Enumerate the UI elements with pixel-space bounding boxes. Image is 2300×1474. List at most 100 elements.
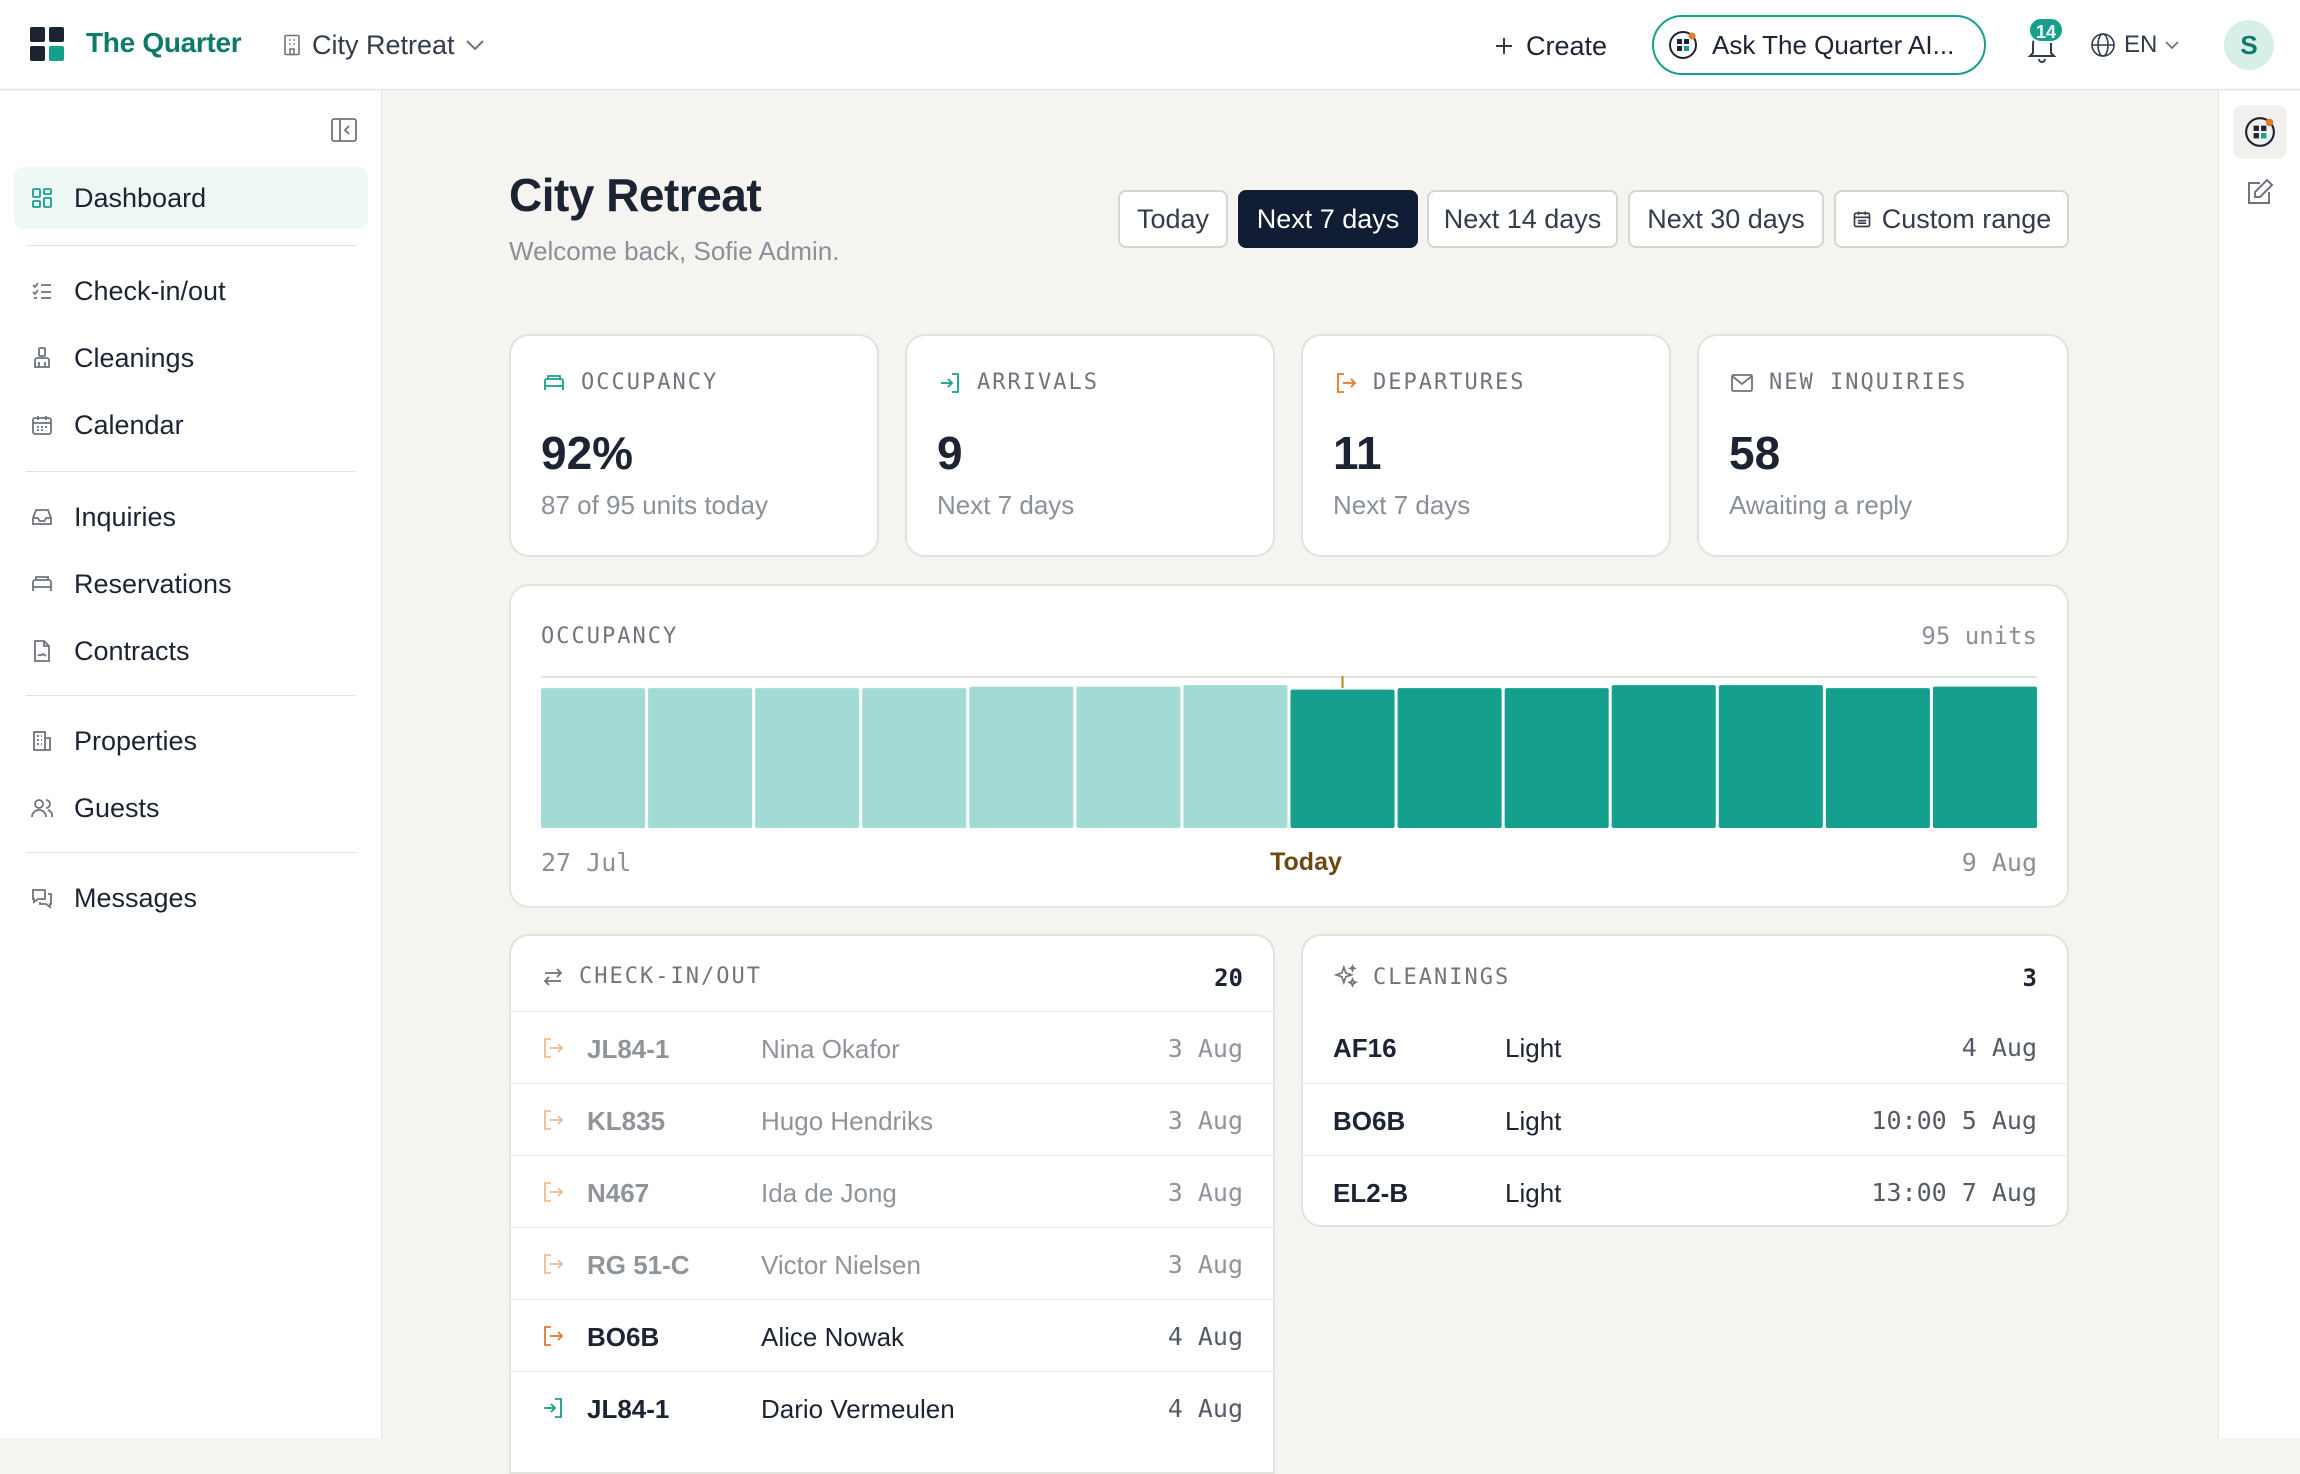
table-row[interactable]: BO6B Light 10:00 5 Aug [1303,1083,2067,1155]
stat-value: 92% [541,427,634,479]
row-guest-name: Hugo Hendriks [761,1106,933,1136]
occupancy-bar-27-jul[interactable] [541,688,646,828]
stat-card-departures[interactable]: DEPARTURES 11 Next 7 days [1301,334,1671,557]
swap-arrows-icon [543,967,563,986]
stat-value: 11 [1333,427,1382,479]
ask-ai-button[interactable]: Ask The Quarter AI... [1652,15,1986,75]
chevron-down-icon [465,40,484,51]
row-unit-code: RG 51-C [587,1250,690,1280]
arrival-icon [544,1398,562,1418]
sidebar-item-check-in-out[interactable]: Check-in/out [14,260,368,322]
range-label: Next 30 days [1647,203,1805,234]
sidebar-item-guests[interactable]: Guests [14,777,368,839]
occupancy-bar-1-aug[interactable] [1076,686,1181,828]
table-row[interactable]: JL84-1 Nina Okafor 3 Aug [511,1011,1273,1083]
ai-panel-button[interactable] [2233,105,2287,159]
range-label: Next 14 days [1443,203,1602,234]
row-date: 4 Aug [1167,1322,1243,1351]
row-unit-code: AF16 [1333,1033,1397,1063]
sidebar-item-label: Cleanings [74,342,195,373]
occupancy-bar-4-aug[interactable] [1397,688,1502,828]
x-axis-today-label: Today [1270,848,1342,876]
row-date: 4 Aug [1961,1033,2037,1062]
occupancy-bar-2-aug[interactable] [1183,685,1288,828]
occupancy-bar-6-aug[interactable] [1611,685,1716,828]
right-rail [2218,91,2300,1438]
stat-note: 87 of 95 units today [541,490,768,520]
sidebar-item-label: Guests [74,792,160,823]
list-title: CHECK-IN/OUT [579,964,762,989]
arrival-icon [941,372,959,393]
cleanings-card: CLEANINGS 3 AF16 Light 4 Aug BO6B Light 10:00… [1301,934,2069,1227]
row-date: 4 Aug [1167,1394,1243,1423]
row-guest-name: Alice Nowak [761,1322,905,1352]
sidebar-item-label: Dashboard [74,182,207,213]
table-row[interactable]: AF16 Light 4 Aug [1303,1011,2067,1083]
property-switcher-label: City Retreat [312,29,455,60]
notes-button[interactable] [2233,165,2287,219]
occupancy-bar-31-jul[interactable] [969,686,1074,828]
create-button[interactable]: Create [1494,26,1607,66]
dashboard-icon [32,188,52,208]
language-switcher[interactable]: EN [2090,28,2179,62]
occupancy-bar-30-jul[interactable] [862,688,967,828]
range-next-30-days-button[interactable]: Next 30 days [1628,190,1824,248]
sidebar-item-inquiries[interactable]: Inquiries [14,486,368,548]
sidebar-item-label: Check-in/out [74,275,226,306]
sidebar-item-contracts[interactable]: Contracts [14,620,368,682]
x-axis-start-label: 27 Jul [541,848,632,877]
stat-card-new-inquiries[interactable]: NEW INQUIRIES 58 Awaiting a reply [1697,334,2069,557]
row-date: 10:00 5 Aug [1871,1106,2037,1135]
table-row[interactable]: JL84-1 Dario Vermeulen 4 Aug [511,1371,1273,1443]
stat-card-occupancy[interactable]: OCCUPANCY 92% 87 of 95 units today [509,334,879,557]
table-row[interactable]: RG 51-C Victor Nielsen 3 Aug [511,1227,1273,1299]
table-row[interactable]: EL2-B Light 13:00 7 Aug [1303,1155,2067,1227]
stat-note: Awaiting a reply [1729,490,1913,520]
occupancy-bar-29-jul[interactable] [755,688,860,828]
table-row[interactable]: KL835 Hugo Hendriks 3 Aug [511,1083,1273,1155]
sidebar-item-label: Contracts [74,635,190,666]
range-next-7-days-button[interactable]: Next 7 days [1238,190,1418,248]
stat-card-arrivals[interactable]: ARRIVALS 9 Next 7 days [905,334,1275,557]
range-custom-button[interactable]: Custom range [1834,190,2069,248]
sidebar-item-cleanings[interactable]: Cleanings [14,327,368,389]
app-logo-icon[interactable] [30,27,64,61]
range-next-14-days-button[interactable]: Next 14 days [1427,190,1618,248]
sidebar-divider [26,852,356,853]
row-unit-code: JL84-1 [587,1394,670,1424]
sidebar-item-label: Messages [74,882,198,913]
sidebar-divider [26,695,356,696]
departure-icon [1337,372,1357,393]
page-subtitle: Welcome back, Sofie Admin. [509,236,840,266]
occupancy-bar-chart [541,676,2037,828]
occupancy-bar-5-aug[interactable] [1504,688,1609,828]
row-date: 3 Aug [1167,1178,1243,1207]
avatar[interactable]: S [2224,20,2274,70]
sidebar-item-label: Properties [74,725,198,756]
row-date: 3 Aug [1167,1106,1243,1135]
occupancy-bar-7-aug[interactable] [1718,685,1823,828]
mail-icon [1731,373,1753,392]
sidebar-item-calendar[interactable]: Calendar [14,394,368,456]
occupancy-bar-9-aug[interactable] [1932,686,2037,828]
occupancy-bar-3-aug[interactable] [1290,689,1395,828]
sidebar-item-properties[interactable]: Properties [14,710,368,772]
table-row[interactable]: BO6B Alice Nowak 4 Aug [511,1299,1273,1371]
brand-name[interactable]: The Quarter [86,27,242,59]
chart-title: OCCUPANCY [541,624,679,649]
table-row[interactable]: N467 Ida de Jong 3 Aug [511,1155,1273,1227]
checkinout-card: CHECK-IN/OUT 20 JL84-1 Nina Okafor 3 Aug KL… [509,934,1275,1474]
departure-icon [544,1038,564,1058]
range-today-button[interactable]: Today [1118,190,1228,248]
row-cleaning-type: Light [1505,1033,1562,1063]
row-guest-name: Ida de Jong [761,1178,897,1208]
occupancy-bar-28-jul[interactable] [648,688,753,828]
sidebar-item-dashboard[interactable]: Dashboard [14,167,368,229]
sidebar-item-messages[interactable]: Messages [14,867,368,929]
departure-icon [544,1110,564,1130]
occupancy-bar-8-aug[interactable] [1825,688,1930,828]
list-count: 20 [1214,964,1243,992]
property-switcher[interactable]: City Retreat [282,28,485,62]
sidebar-item-reservations[interactable]: Reservations [14,553,368,615]
sidebar-collapse-icon[interactable] [330,117,358,143]
